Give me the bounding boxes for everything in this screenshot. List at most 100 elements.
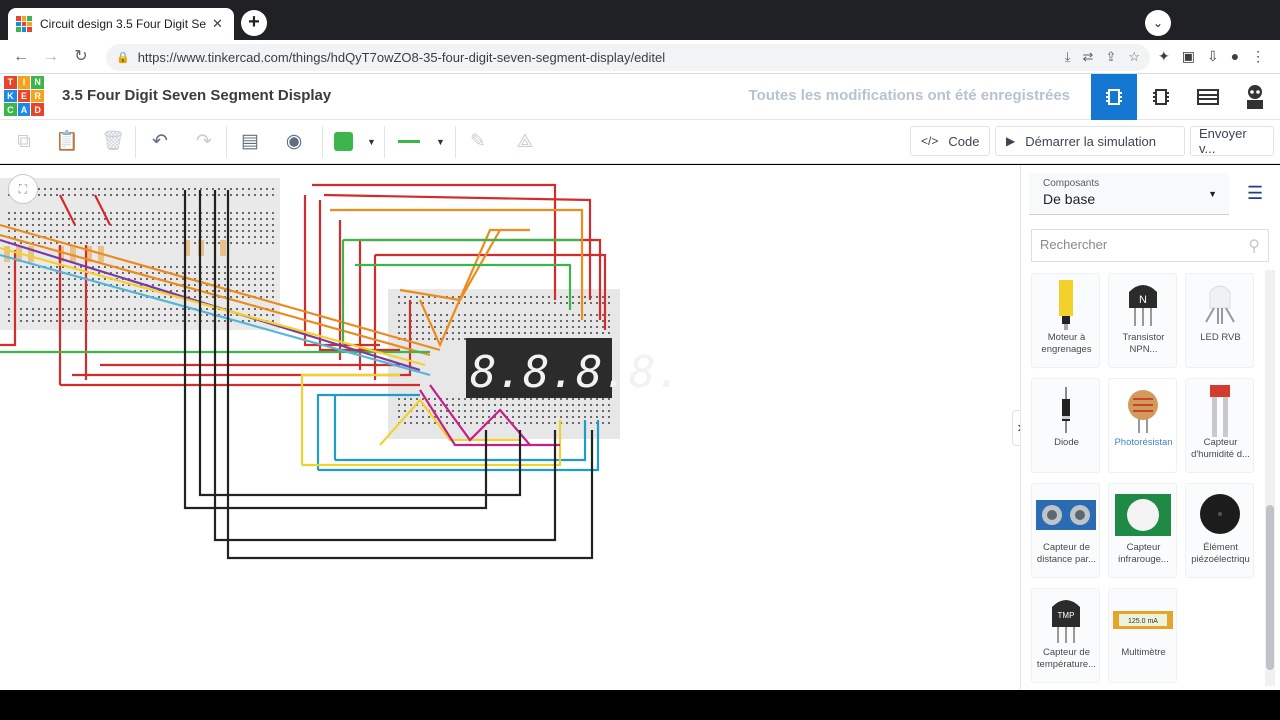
component-card-piezo[interactable]: Élément piézoélectriqu xyxy=(1185,483,1254,578)
start-simulation-button[interactable]: ▶ Démarrer la simulation xyxy=(995,126,1185,156)
component-card-diode[interactable]: Diode xyxy=(1031,378,1100,473)
component-label: LED RVB xyxy=(1200,332,1241,343)
component-card-photoresistor[interactable]: Photorésistan xyxy=(1108,378,1177,473)
play-icon: ▶ xyxy=(1006,134,1016,148)
lock-icon: 🔒 xyxy=(116,52,130,64)
circuit-canvas[interactable]: 8.8.8.8. ⛶ xyxy=(0,165,1020,690)
search-placeholder: Rechercher xyxy=(1040,237,1108,252)
menu-dots-icon[interactable]: ⋮ xyxy=(1251,48,1265,65)
color-caret-icon[interactable]: ▼ xyxy=(367,137,376,147)
redo-icon[interactable]: ↷ xyxy=(190,128,218,156)
fit-view-button[interactable]: ⛶ xyxy=(8,174,38,204)
component-label: Moteur à engrenages xyxy=(1041,332,1092,355)
translate-icon[interactable]: ⇄ xyxy=(1083,49,1094,65)
code-label: Code xyxy=(948,133,980,149)
component-label: Élément piézoélectriqu xyxy=(1191,542,1250,565)
wire-color-swatch[interactable] xyxy=(334,132,353,151)
share-icon[interactable]: ⇪ xyxy=(1105,49,1116,65)
new-tab-button[interactable]: + xyxy=(241,10,267,36)
component-icon xyxy=(1153,89,1169,105)
flip-icon[interactable]: ⟁ xyxy=(511,128,539,156)
bookmark-star-icon[interactable]: ☆ xyxy=(1128,49,1140,65)
multimeter-icon: 125.0 mA xyxy=(1113,611,1173,629)
component-card-humidity-sensor[interactable]: Capteur d'humidité d... xyxy=(1185,378,1254,473)
component-card-multimeter[interactable]: 125.0 mA Multimètre xyxy=(1108,588,1177,683)
chip-icon xyxy=(1106,89,1122,105)
wire-style-swatch[interactable] xyxy=(398,140,420,143)
component-list-button[interactable] xyxy=(1185,74,1231,120)
svg-text:125.0 mA: 125.0 mA xyxy=(1128,618,1158,625)
list-view-icon[interactable]: ☰ xyxy=(1247,183,1263,204)
humidity-sensor-icon xyxy=(1210,385,1230,437)
bottom-letterbox xyxy=(0,690,1280,720)
distance-sensor-icon xyxy=(1036,500,1096,530)
gear-motor-icon xyxy=(1059,280,1073,330)
component-grid: Moteur à engrenages N Transistor NPN... … xyxy=(1031,273,1261,687)
url-text: https://www.tinkercad.com/things/hdQyT7o… xyxy=(137,50,666,65)
design-title[interactable]: 3.5 Four Digit Seven Segment Display xyxy=(62,87,331,104)
component-label: Photorésistan xyxy=(1114,437,1173,448)
components-label: Composants xyxy=(1043,178,1100,189)
component-card-temperature-sensor[interactable]: TMP Capteur de température... xyxy=(1031,588,1100,683)
undo-icon[interactable]: ↶ xyxy=(146,128,174,156)
component-search-input[interactable]: Rechercher ⚲ xyxy=(1031,229,1269,262)
component-card-distance-sensor[interactable]: Capteur de distance par... xyxy=(1031,483,1100,578)
npn-transistor-icon: N xyxy=(1129,285,1157,326)
panel-scroll-thumb[interactable] xyxy=(1266,505,1274,670)
schematic-view-button[interactable] xyxy=(1138,74,1184,120)
reload-icon[interactable]: ↻ xyxy=(70,46,92,68)
table-icon xyxy=(1197,89,1219,105)
component-card-npn-transistor[interactable]: N Transistor NPN... xyxy=(1108,273,1177,368)
tinkercad-logo[interactable]: TIN KER CAD xyxy=(4,76,44,116)
tinkercad-favicon-icon xyxy=(16,16,32,32)
install-icon[interactable]: ⤓ xyxy=(1065,49,1071,65)
display-digits: 8.8.8.8. xyxy=(470,347,682,398)
url-field[interactable]: 🔒 https://www.tinkercad.com/things/hdQyT… xyxy=(106,44,1150,71)
rgb-led-icon xyxy=(1205,285,1235,324)
split-view-icon[interactable]: ▣ xyxy=(1182,48,1195,65)
components-dropdown[interactable]: Composants De base ▼ xyxy=(1029,173,1229,215)
profile-icon[interactable]: ● xyxy=(1231,48,1239,65)
component-card-gear-motor[interactable]: Moteur à engrenages xyxy=(1031,273,1100,368)
tab-title: Circuit design 3.5 Four Digit Seve xyxy=(40,17,206,31)
component-label: Capteur infrarouge... xyxy=(1118,542,1169,565)
code-button[interactable]: </> Code xyxy=(910,126,990,156)
code-icon: </> xyxy=(921,134,939,148)
app-root: Circuit design 3.5 Four Digit Seve ✕ + ⌄… xyxy=(0,0,1280,720)
temperature-sensor-icon: TMP xyxy=(1052,600,1080,643)
components-value: De base xyxy=(1043,191,1096,207)
extensions-icon[interactable]: ✦ xyxy=(1158,48,1170,65)
browser-tab[interactable]: Circuit design 3.5 Four Digit Seve ✕ xyxy=(8,8,234,40)
component-label: Capteur de température... xyxy=(1036,647,1097,670)
save-status: Toutes les modifications ont été enregis… xyxy=(748,87,1070,104)
visibility-icon[interactable]: ◉ xyxy=(280,128,308,156)
component-card-infrared-sensor[interactable]: Capteur infrarouge... xyxy=(1108,483,1177,578)
infrared-sensor-icon xyxy=(1115,494,1171,536)
paste-icon[interactable]: 📋 xyxy=(53,128,81,156)
user-avatar[interactable] xyxy=(1232,74,1278,120)
close-tab-icon[interactable]: ✕ xyxy=(212,16,223,32)
copy-icon[interactable]: ⧉ xyxy=(10,128,38,156)
component-label: Capteur d'humidité d... xyxy=(1191,437,1250,460)
send-button[interactable]: Envoyer v... xyxy=(1190,126,1274,156)
tab-search-button[interactable]: ⌄ xyxy=(1145,10,1171,36)
download-icon[interactable]: ⇩ xyxy=(1207,48,1219,65)
diode-icon xyxy=(1062,387,1070,433)
robot-avatar-icon xyxy=(1247,85,1263,109)
back-arrow-icon[interactable]: ← xyxy=(10,46,32,68)
tinkercad-header: TIN KER CAD 3.5 Four Digit Seven Segment… xyxy=(0,74,1280,120)
piezo-icon xyxy=(1200,494,1240,534)
circuit-drawing: 8.8.8.8. xyxy=(0,178,682,560)
component-card-rgb-led[interactable]: LED RVB xyxy=(1185,273,1254,368)
seven-segment-display[interactable]: 8.8.8.8. xyxy=(466,338,682,398)
forward-arrow-icon[interactable]: → xyxy=(40,46,62,68)
rotate-icon[interactable]: ✎ xyxy=(464,128,492,156)
delete-icon[interactable]: 🗑 xyxy=(99,128,127,156)
svg-text:TMP: TMP xyxy=(1058,611,1075,620)
components-panel: Composants De base ▼ ☰ Rechercher ⚲ Mote… xyxy=(1020,165,1280,690)
notes-icon[interactable]: ▤ xyxy=(236,128,264,156)
wire-style-caret-icon[interactable]: ▼ xyxy=(436,137,445,147)
search-icon: ⚲ xyxy=(1248,238,1260,255)
component-label: Transistor NPN... xyxy=(1122,332,1165,355)
circuit-view-button[interactable] xyxy=(1091,74,1137,120)
